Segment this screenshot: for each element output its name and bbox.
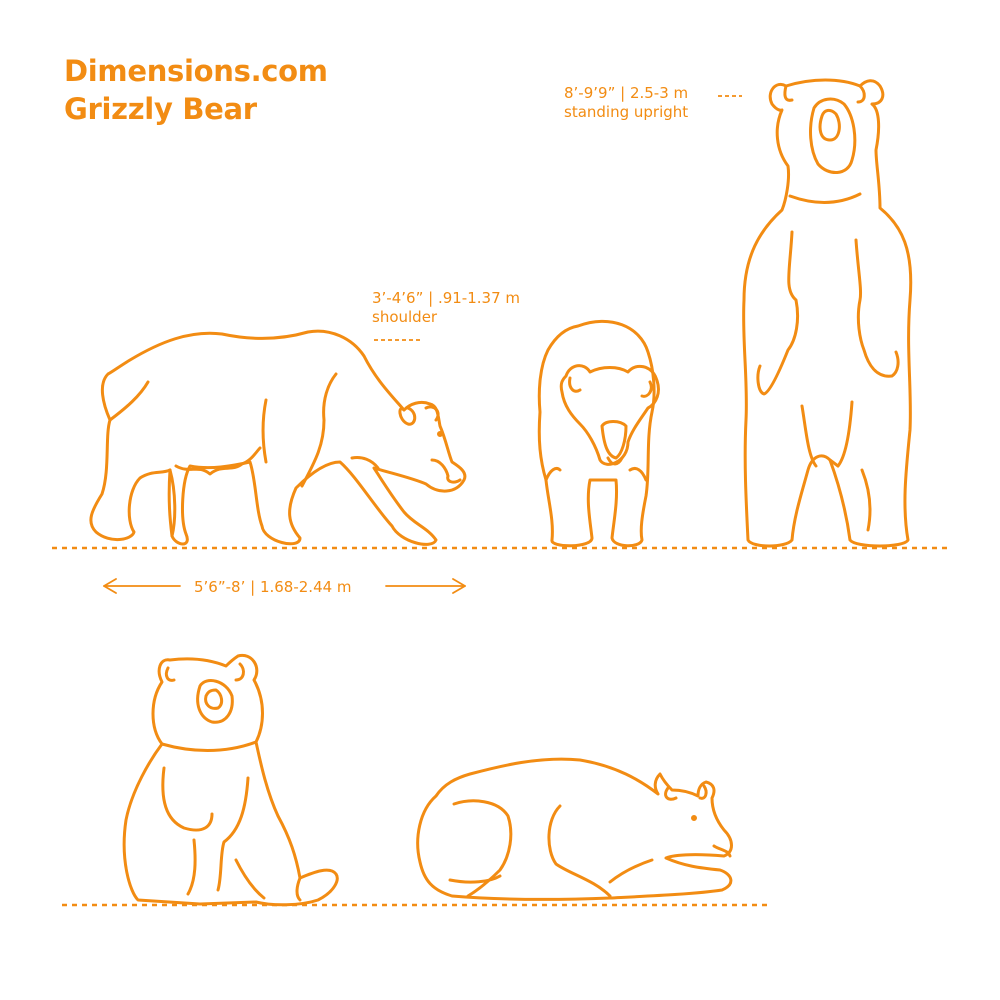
length-arrow-left: [103, 578, 181, 594]
grizzly-bear-diagram: [52, 78, 948, 907]
lying-bear-illustration: [416, 757, 733, 901]
front-view-bear-illustration: [537, 319, 660, 548]
length-arrow-right: [385, 578, 466, 594]
sitting-bear-illustration: [122, 653, 339, 907]
standing-bear-illustration: [742, 78, 913, 548]
walking-bear-illustration: [89, 329, 467, 546]
